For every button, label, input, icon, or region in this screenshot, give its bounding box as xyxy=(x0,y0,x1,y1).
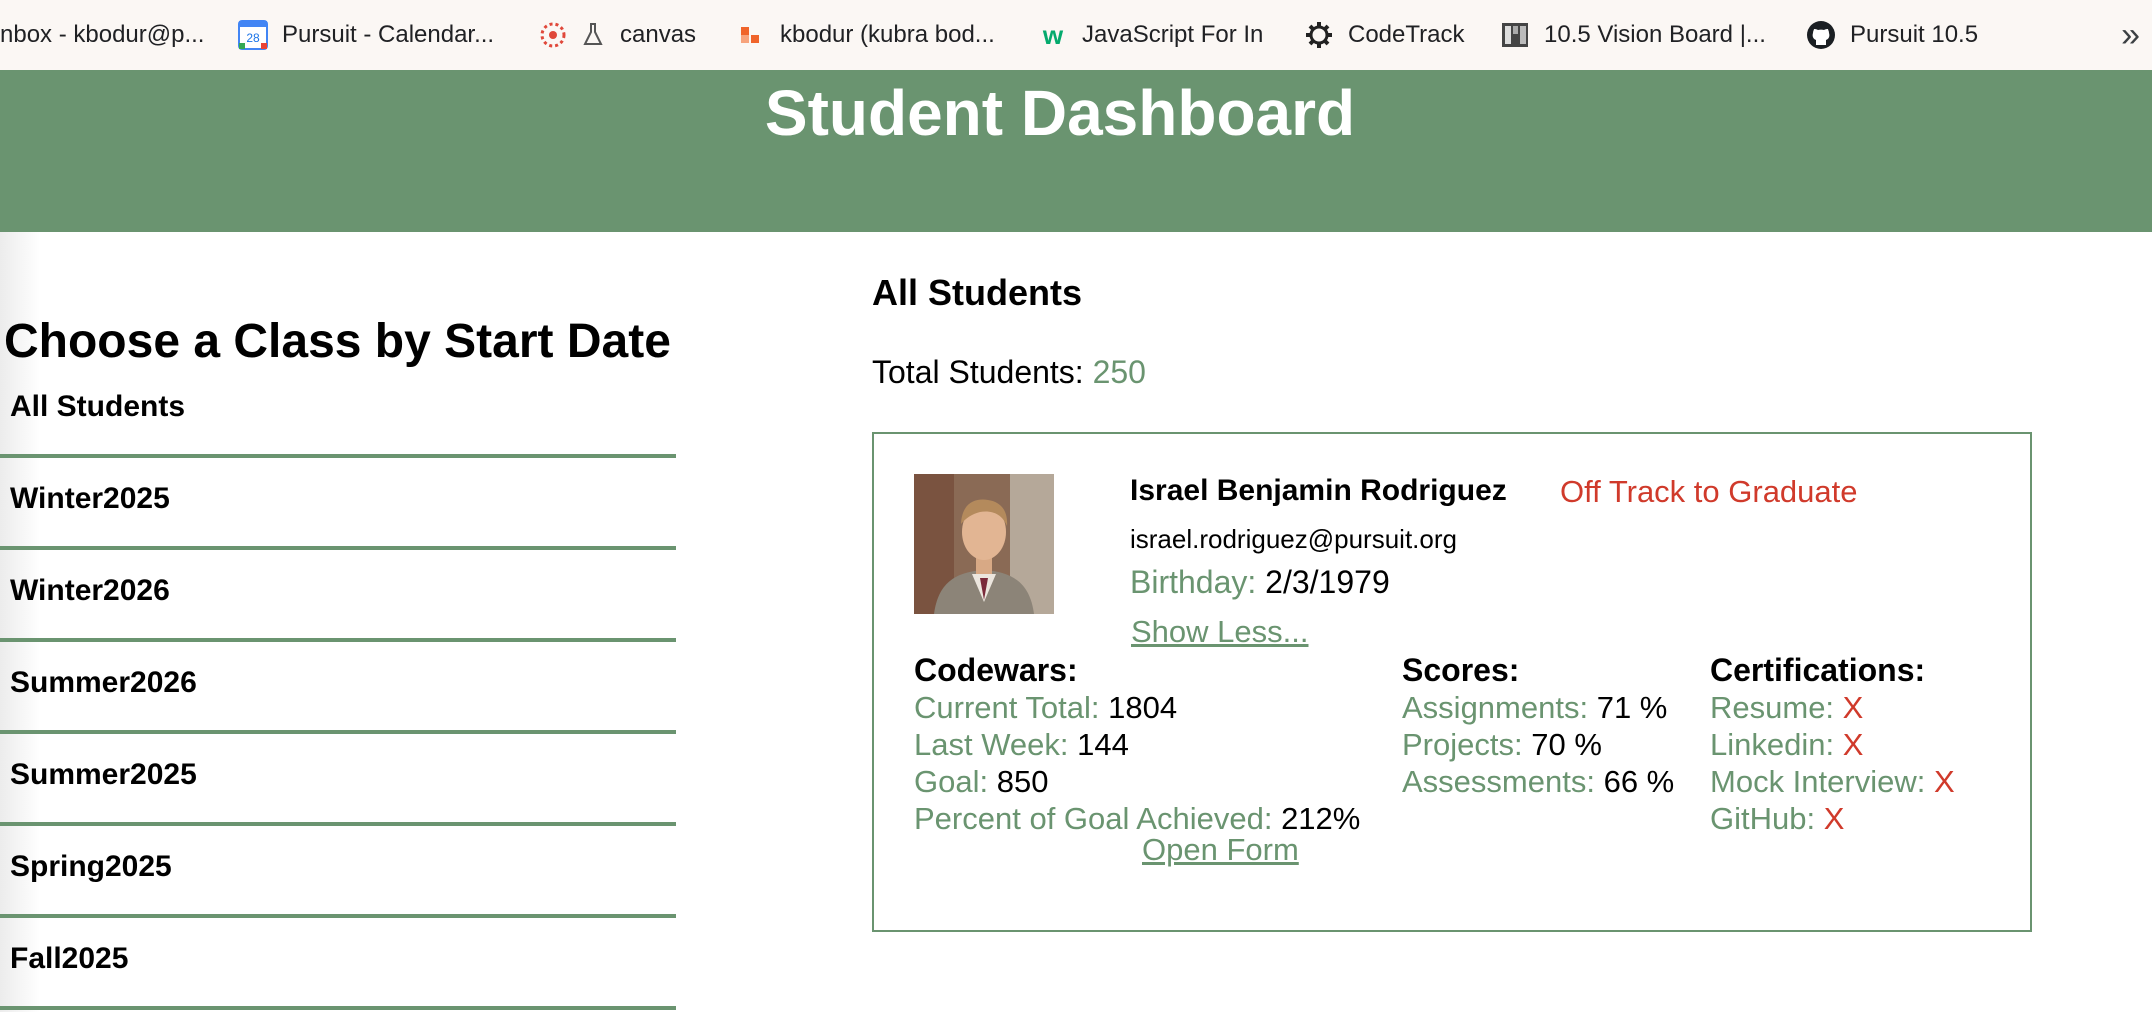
resume-label: Resume: xyxy=(1710,690,1835,725)
codewars-goal: Goal: 850 xyxy=(914,763,1360,800)
class-item-label: Spring2025 xyxy=(10,850,172,883)
class-item-label: Summer2026 xyxy=(10,666,197,699)
cert-github: GitHub: X xyxy=(1710,800,1955,837)
percent-goal-label: Percent of Goal Achieved: xyxy=(914,801,1273,836)
class-item-summer2026[interactable]: Summer2026 xyxy=(0,642,676,734)
class-item-label: Winter2025 xyxy=(10,482,170,515)
certifications-heading: Certifications: xyxy=(1710,652,1926,688)
class-item-label: Winter2026 xyxy=(10,574,170,607)
birthday-label: Birthday: xyxy=(1130,564,1257,600)
calendar-icon: 28 xyxy=(238,20,268,50)
bookmark-vision-board[interactable]: 10.5 Vision Board |... xyxy=(1500,0,1766,70)
total-students: Total Students: 250 xyxy=(872,354,1146,391)
last-week-value: 144 xyxy=(1077,727,1129,762)
vision-board-icon xyxy=(1500,20,1530,50)
flask-icon xyxy=(582,20,604,50)
page-title: Student Dashboard xyxy=(764,77,1356,149)
student-email: israel.rodriguez@pursuit.org xyxy=(1130,524,1457,554)
bookmarks-overflow-button[interactable]: » xyxy=(2121,0,2140,70)
sidebar-heading: Choose a Class by Start Date xyxy=(4,315,671,368)
current-total-label: Current Total: xyxy=(914,690,1100,725)
gear-icon xyxy=(1304,20,1334,50)
resume-status: X xyxy=(1842,690,1864,725)
bookmark-label: JavaScript For In xyxy=(1082,21,1264,48)
student-name: Israel Benjamin Rodriguez xyxy=(1130,474,1507,507)
graduation-status: Off Track to Graduate xyxy=(1560,474,1858,509)
student-avatar xyxy=(914,474,1054,614)
linkedin-status: X xyxy=(1842,727,1864,762)
bookmarks-bar: nbox - kbodur@p... 28 Pursuit - Calendar… xyxy=(0,0,2152,70)
canvas-icon xyxy=(538,20,568,50)
bookmark-label: CodeTrack xyxy=(1348,21,1465,48)
svg-text:28: 28 xyxy=(246,31,260,45)
total-students-label: Total Students: xyxy=(872,354,1084,390)
section-heading: All Students xyxy=(872,272,1083,313)
score-assignments: Assignments: 71 % xyxy=(1402,689,1674,726)
bookmark-pursuit-github[interactable]: Pursuit 10.5 xyxy=(1806,0,1978,70)
class-item-all-students[interactable]: All Students xyxy=(0,366,676,458)
projects-value: 70 % xyxy=(1531,727,1602,762)
student-birthday: Birthday: 2/3/1979 xyxy=(1130,564,1390,601)
scores-section: Scores: Assignments: 71 % Projects: 70 %… xyxy=(1402,652,1674,800)
open-form-link[interactable]: Open Form xyxy=(1142,832,1299,868)
github-status: X xyxy=(1823,801,1845,836)
codewars-section: Codewars: Current Total: 1804 Last Week:… xyxy=(914,652,1360,837)
bookmark-javascript[interactable]: w JavaScript For In xyxy=(1038,0,1264,70)
mock-interview-status: X xyxy=(1933,764,1955,799)
bookmark-calendar[interactable]: 28 Pursuit - Calendar... xyxy=(238,0,494,70)
bookmark-gmail[interactable]: nbox - kbodur@p... xyxy=(0,0,204,70)
bookmark-canvas[interactable]: canvas xyxy=(538,0,696,70)
class-item-spring2025[interactable]: Spring2025 xyxy=(0,826,676,918)
codewars-current-total: Current Total: 1804 xyxy=(914,689,1360,726)
score-assessments: Assessments: 66 % xyxy=(1402,763,1674,800)
bookmark-label: nbox - kbodur@p... xyxy=(0,21,205,48)
cert-resume: Resume: X xyxy=(1710,689,1955,726)
show-less-link[interactable]: Show Less... xyxy=(1131,614,1308,650)
github-label: GitHub: xyxy=(1710,801,1816,836)
bookmark-codetrack[interactable]: CodeTrack xyxy=(1304,0,1464,70)
certifications-section: Certifications: Resume: X Linkedin: X Mo… xyxy=(1710,652,1955,837)
linkedin-label: Linkedin: xyxy=(1710,727,1835,762)
assignments-label: Assignments: xyxy=(1402,690,1589,725)
last-week-label: Last Week: xyxy=(914,727,1069,762)
bookmark-label: canvas xyxy=(620,21,697,48)
assignments-value: 71 % xyxy=(1596,690,1668,725)
hash-icon xyxy=(736,20,766,50)
current-total-value: 1804 xyxy=(1108,690,1178,725)
projects-label: Projects: xyxy=(1402,727,1523,762)
scores-heading: Scores: xyxy=(1402,652,1520,688)
codewars-heading: Codewars: xyxy=(914,652,1078,688)
goal-value: 850 xyxy=(996,764,1049,799)
total-students-value: 250 xyxy=(1092,354,1146,390)
class-item-label: All Students xyxy=(10,390,186,423)
github-icon xyxy=(1806,20,1836,50)
cert-mock-interview: Mock Interview: X xyxy=(1710,763,1955,800)
class-item-label: Fall2025 xyxy=(10,942,129,975)
bookmark-label: 10.5 Vision Board |... xyxy=(1544,21,1766,48)
cert-linkedin: Linkedin: X xyxy=(1710,726,1955,763)
w3schools-icon: w xyxy=(1042,19,1064,50)
bookmark-label: Pursuit - Calendar... xyxy=(282,21,495,48)
class-item-winter2026[interactable]: Winter2026 xyxy=(0,550,676,642)
bookmark-kbodur[interactable]: kbodur (kubra bod... xyxy=(736,0,995,70)
bookmark-label: kbodur (kubra bod... xyxy=(780,21,995,48)
class-item-winter2025[interactable]: Winter2025 xyxy=(0,458,676,550)
class-item-fall2025[interactable]: Fall2025 xyxy=(0,918,676,1010)
assessments-label: Assessments: xyxy=(1402,764,1595,799)
assessments-value: 66 % xyxy=(1603,764,1675,799)
codewars-last-week: Last Week: 144 xyxy=(914,726,1360,763)
percent-goal-value: 212% xyxy=(1281,801,1361,836)
score-projects: Projects: 70 % xyxy=(1402,726,1674,763)
goal-label: Goal: xyxy=(914,764,989,799)
class-item-summer2025[interactable]: Summer2025 xyxy=(0,734,676,826)
class-item-label: Summer2025 xyxy=(10,758,197,791)
student-card: Israel Benjamin Rodriguez Off Track to G… xyxy=(872,432,2032,932)
bookmark-label: Pursuit 10.5 xyxy=(1850,21,1979,48)
birthday-value: 2/3/1979 xyxy=(1265,564,1390,600)
mock-interview-label: Mock Interview: xyxy=(1710,764,1926,799)
